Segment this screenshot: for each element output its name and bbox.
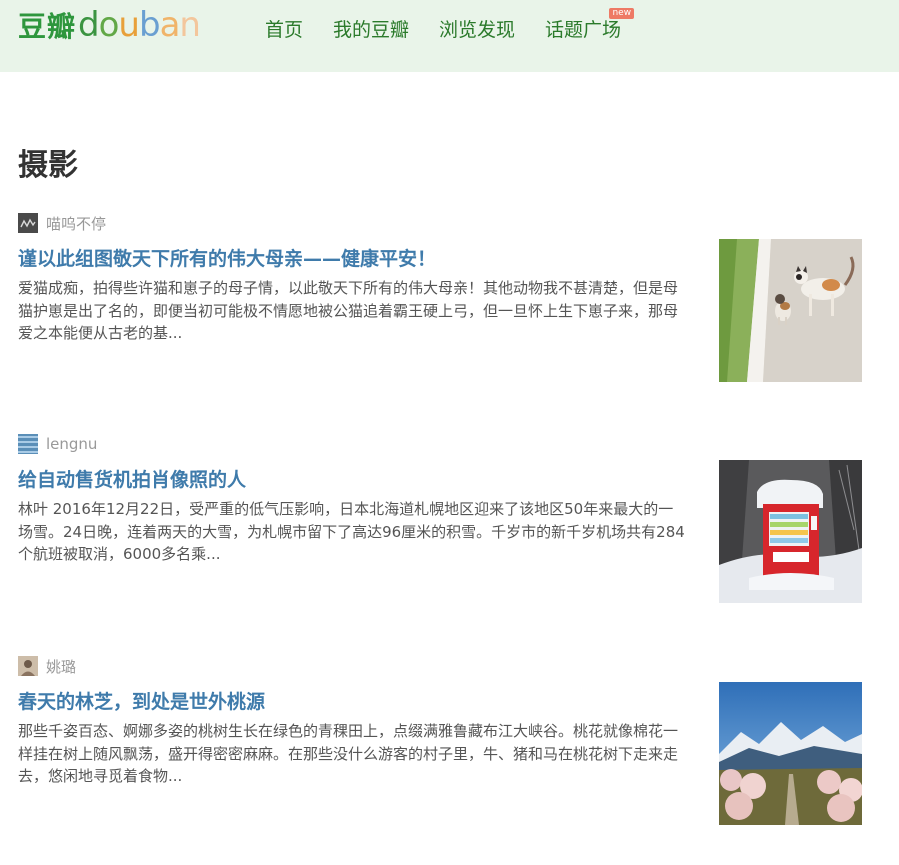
logo-letter: n <box>179 5 201 45</box>
logo-letter: o <box>98 5 120 45</box>
article-author[interactable]: lengnu <box>18 434 97 454</box>
article-excerpt: 那些千姿百态、婀娜多姿的桃树生长在绿色的青稞田上，点缀满雅鲁藏布江大峡谷。桃花就… <box>18 722 679 785</box>
top-bar: 豆瓣 douban 首页 我的豆瓣 浏览发现 话题广场 new <box>0 0 899 72</box>
logo-letter: u <box>118 5 140 45</box>
dark-sketch-avatar-icon <box>18 213 38 233</box>
main-nav: 首页 我的豆瓣 浏览发现 话题广场 new <box>265 8 651 44</box>
logo-chinese-text: 豆瓣 <box>18 10 77 43</box>
article-title-link[interactable]: 给自动售货机拍肖像照的人 <box>18 465 246 492</box>
page-title: 摄影 <box>18 148 78 183</box>
article-excerpt: 爱猫成痴，拍得些许猫和崽子的母子情，以此敬天下所有的伟大母亲！其他动物我不甚清楚… <box>18 279 679 342</box>
logo-letter: a <box>159 5 181 45</box>
logo-letter: d <box>78 5 100 45</box>
article-item: 喵呜不停 谨以此组图敬天下所有的伟大母亲——健康平安！ 爱猫成痴，拍得些许猫和崽… <box>18 213 863 403</box>
author-name: 喵呜不停 <box>46 214 107 233</box>
nav-explore[interactable]: 浏览发现 <box>439 16 515 44</box>
nav-topics-label: 话题广场 <box>545 19 622 41</box>
article-author[interactable]: 喵呜不停 <box>18 213 106 233</box>
author-name: lengnu <box>46 435 98 453</box>
cats-on-curb-photo[interactable] <box>719 239 862 382</box>
nav-home[interactable]: 首页 <box>265 16 303 44</box>
peach-blossom-mountain-photo[interactable] <box>719 682 862 825</box>
nav-my-douban[interactable]: 我的豆瓣 <box>333 16 409 44</box>
logo-letter: b <box>138 5 161 45</box>
blue-stripes-avatar-icon <box>18 434 38 454</box>
article-author[interactable]: 姚璐 <box>18 656 76 676</box>
snow-vending-machine-photo[interactable] <box>719 460 862 603</box>
article-item: lengnu 给自动售货机拍肖像照的人 林叶 2016年12月22日，受严重的低… <box>18 434 863 624</box>
douban-logo[interactable]: 豆瓣 douban <box>18 5 201 49</box>
nav-topics[interactable]: 话题广场 new <box>545 8 635 44</box>
logo-english-text: douban <box>78 5 201 45</box>
article-item: 姚璐 春天的林芝，到处是世外桃源 那些千姿百态、婀娜多姿的桃树生长在绿色的青稞田… <box>18 656 863 846</box>
author-name: 姚璐 <box>46 657 77 676</box>
new-badge: new <box>609 8 635 19</box>
beige-portrait-avatar-icon <box>18 656 38 676</box>
article-excerpt: 林叶 2016年12月22日，受严重的低气压影响，日本北海道札幌地区迎来了该地区… <box>18 500 685 563</box>
article-title-link[interactable]: 春天的林芝，到处是世外桃源 <box>18 687 265 714</box>
article-title-link[interactable]: 谨以此组图敬天下所有的伟大母亲——健康平安！ <box>18 244 436 271</box>
